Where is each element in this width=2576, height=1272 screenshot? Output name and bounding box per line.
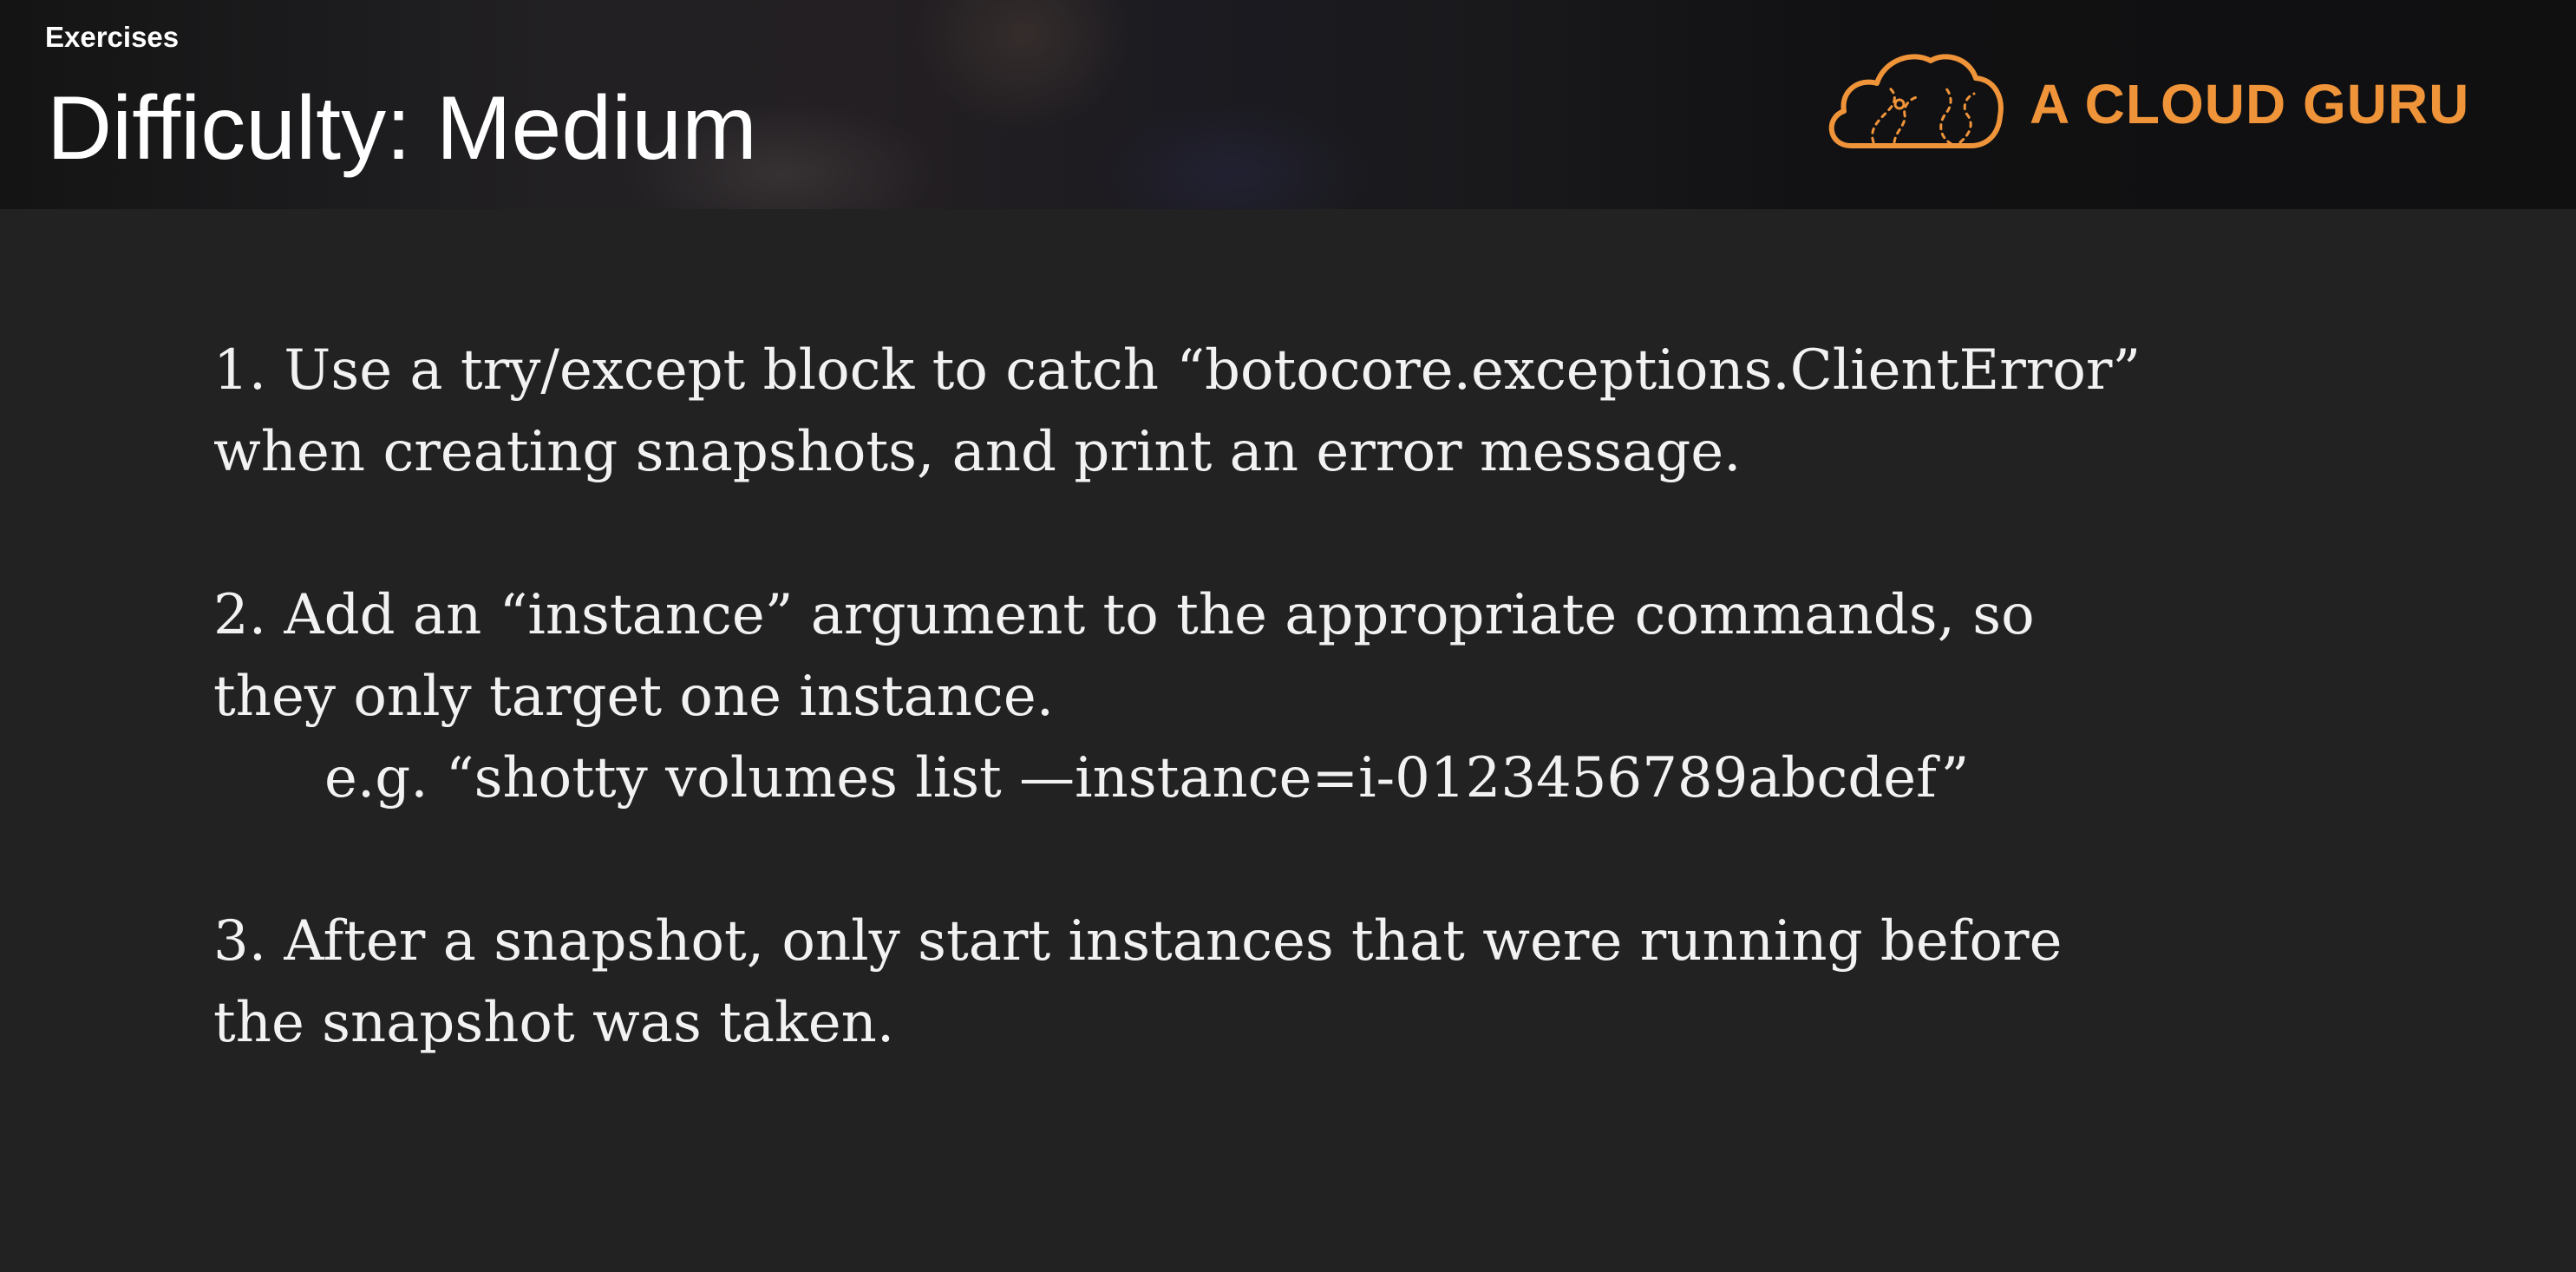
brand-logo: A CLOUD GURU [1821, 43, 2469, 165]
exercise-list: 1. Use a try/except block to catch “boto… [213, 330, 2486, 1145]
exercise-3-line-1: 3. After a snapshot, only start instance… [213, 909, 2063, 974]
exercise-2-line-1: 2. Add an “instance” argument to the app… [213, 583, 2035, 647]
cloud-logo-icon [1828, 54, 2004, 148]
exercise-3-line-2: the snapshot was taken. [213, 991, 895, 1055]
slide-title: Difficulty: Medium [47, 78, 757, 179]
exercise-item-3: 3. After a snapshot, only start instance… [213, 901, 2486, 1064]
exercise-item-2: 2. Add an “instance” argument to the app… [213, 574, 2486, 819]
slide: Exercises Difficulty: Medium A CLOUD GUR… [0, 0, 2576, 1272]
section-label: Exercises [45, 21, 180, 53]
exercise-1-line-2: when creating snapshots, and print an er… [213, 420, 1742, 484]
exercise-2-line-2: they only target one instance. [213, 665, 1055, 729]
brand-name: A CLOUD GURU [2030, 73, 2470, 135]
slide-header: Exercises Difficulty: Medium A CLOUD GUR… [0, 0, 2576, 209]
exercise-2-example: e.g. “shotty volumes list —instance=i-01… [324, 746, 1970, 810]
exercise-item-1: 1. Use a try/except block to catch “boto… [213, 330, 2486, 493]
exercise-1-line-1: 1. Use a try/except block to catch “boto… [213, 338, 2141, 403]
